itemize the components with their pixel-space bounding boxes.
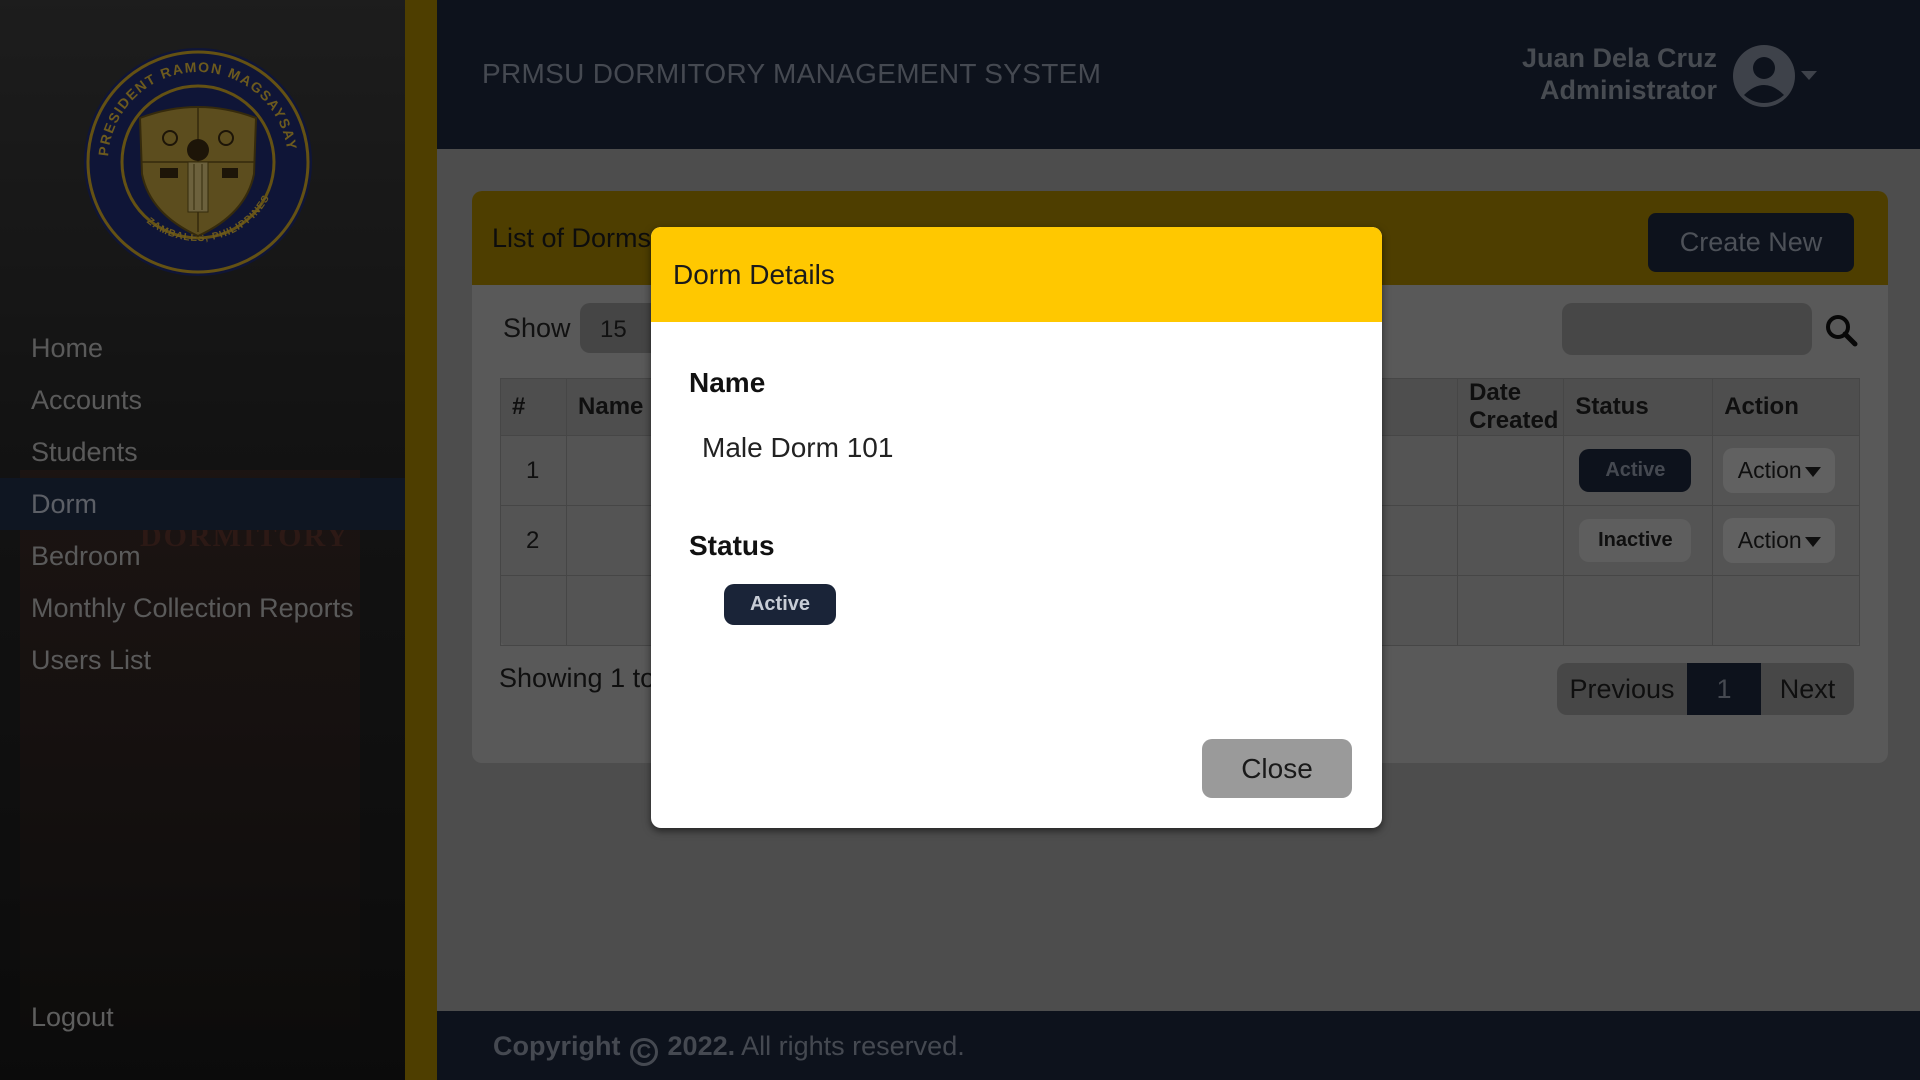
dorm-details-modal: Dorm Details Name Male Dorm 101 Status A…: [651, 227, 1382, 828]
name-label: Name: [689, 367, 766, 398]
modal-header: Dorm Details: [651, 227, 1382, 322]
status-label: Status: [689, 530, 775, 561]
name-value: Male Dorm 101: [702, 432, 894, 463]
modal-title: Dorm Details: [673, 259, 835, 290]
status-badge: Active: [724, 584, 836, 625]
close-button[interactable]: Close: [1202, 739, 1352, 798]
